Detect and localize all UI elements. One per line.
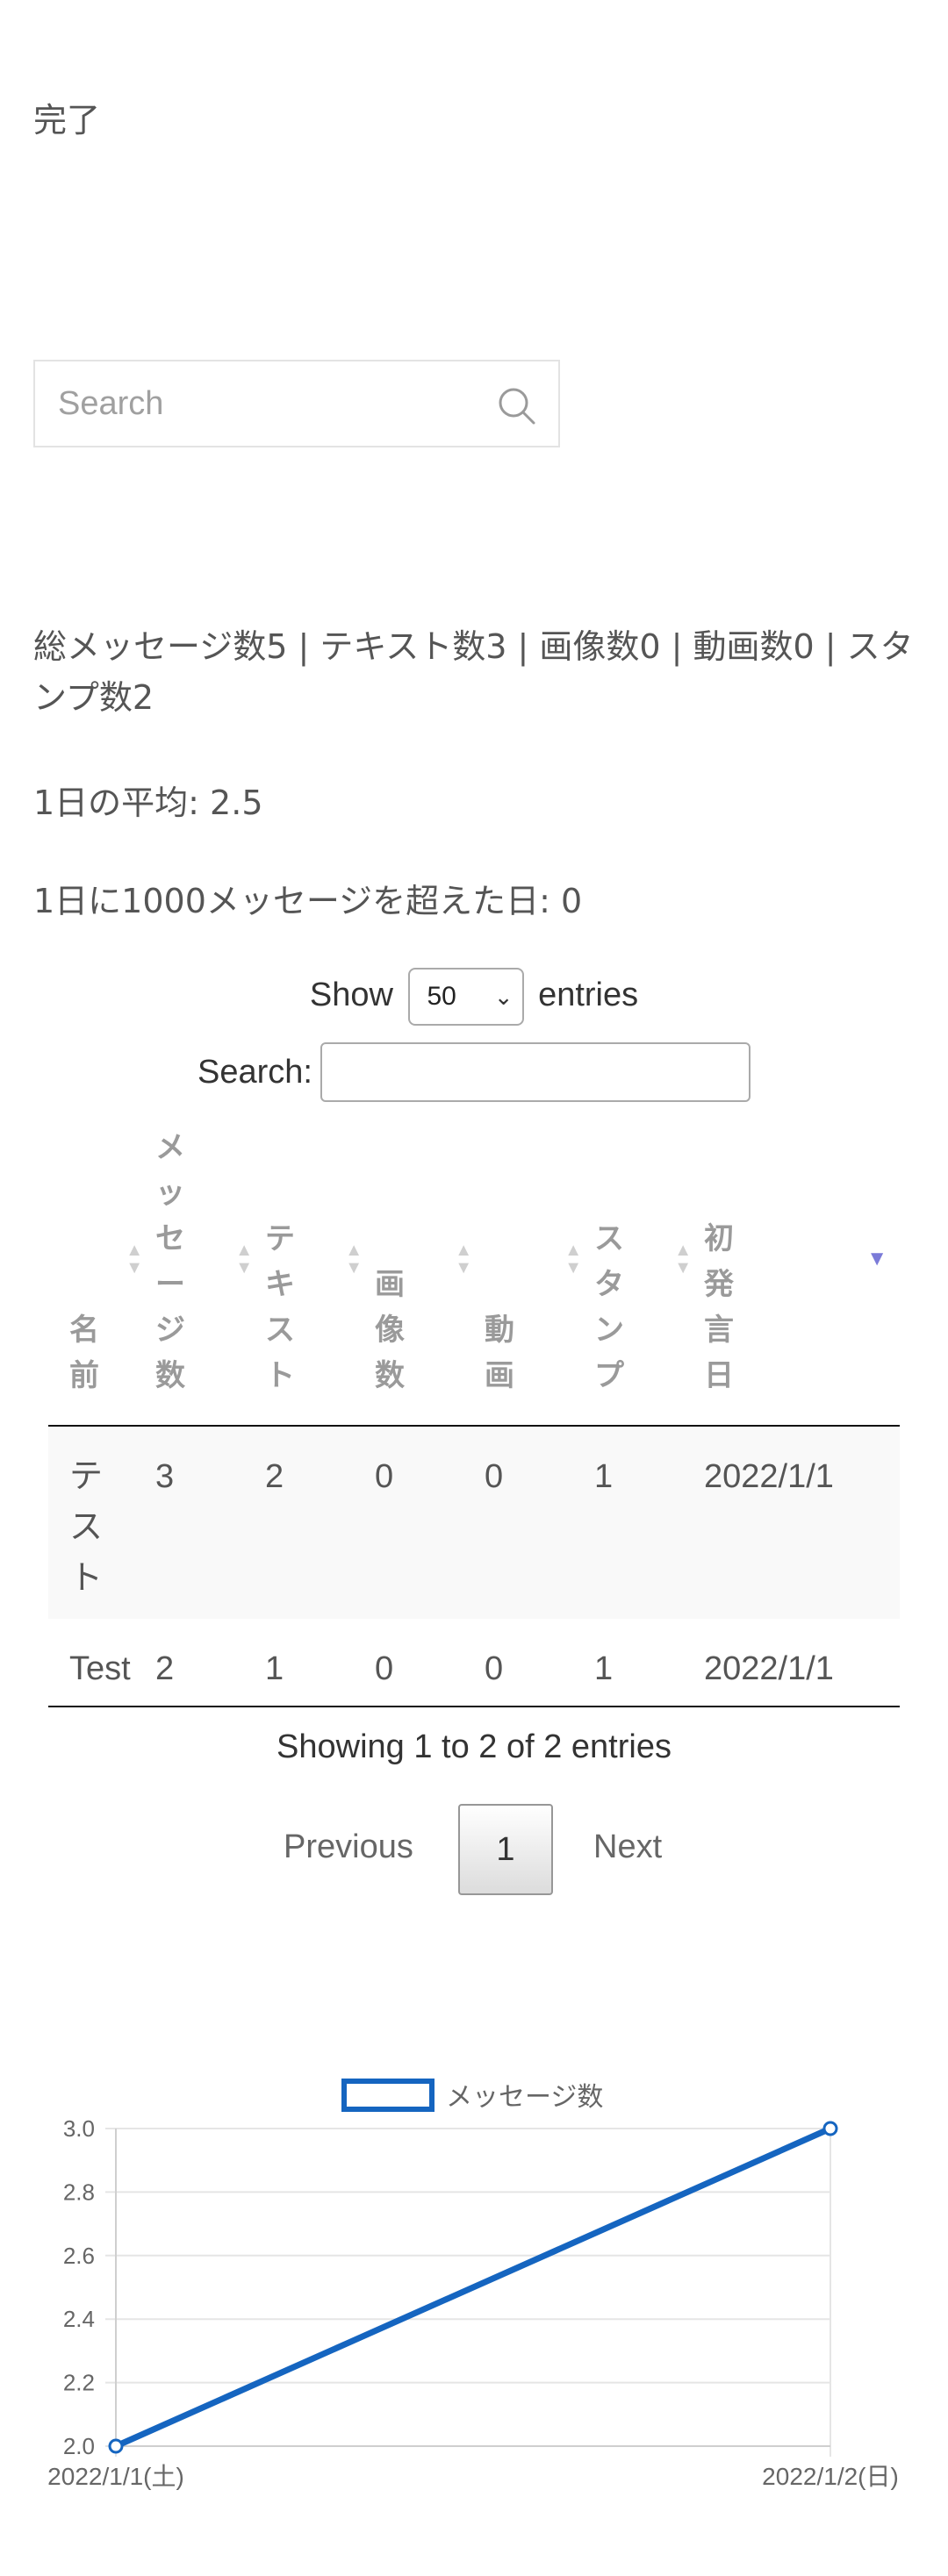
legend-swatch[interactable] xyxy=(341,2079,434,2112)
data-point[interactable] xyxy=(822,2121,838,2136)
x-axis-ticks: 2022/1/1(土) 2022/1/2(日) xyxy=(47,2463,899,2490)
y-tick-label: 2.2 xyxy=(63,2370,95,2396)
sort-icon: ▲ ▼ xyxy=(674,1241,692,1277)
page-length-value: 50 xyxy=(427,981,456,1011)
sort-icon: ▲ ▼ xyxy=(455,1241,472,1277)
page-title: 完了 xyxy=(33,101,101,140)
table-search-label: Search: xyxy=(198,1054,312,1091)
chart-legend: メッセージ数 xyxy=(341,2079,603,2112)
entries-label: entries xyxy=(538,977,639,1013)
cell-name: Test xyxy=(48,1619,155,1707)
sort-icon: ▲ ▼ xyxy=(126,1241,143,1277)
search-input[interactable] xyxy=(35,361,492,446)
table-info: Showing 1 to 2 of 2 entries xyxy=(276,1728,672,1765)
page-1-button[interactable]: 1 xyxy=(458,1804,553,1895)
page-length-select[interactable]: 50 ⌄ xyxy=(407,967,524,1026)
column-header-name[interactable]: 名前 ▲ ▼ xyxy=(48,1119,155,1427)
table-search-input[interactable] xyxy=(320,1042,750,1102)
cell-text: 1 xyxy=(265,1619,375,1707)
x-tick-label: 2022/1/1(土) xyxy=(47,2463,184,2490)
sort-icon: ▲ ▼ xyxy=(235,1241,253,1277)
next-page-button[interactable]: Next xyxy=(593,1828,662,1866)
data-point[interactable] xyxy=(108,2438,124,2454)
cell-stamps: 1 xyxy=(594,1619,704,1707)
column-header-first-post-date[interactable]: 初発言日 ▼ xyxy=(704,1119,900,1427)
over-1000-days: 1日に1000メッセージを超えた日: 0 xyxy=(33,882,583,920)
cell-messages: 2 xyxy=(155,1619,265,1707)
cell-images: 0 xyxy=(375,1619,485,1707)
chart-series xyxy=(108,2121,838,2454)
sort-icon: ▲ ▼ xyxy=(345,1241,363,1277)
y-tick-label: 3.0 xyxy=(63,2115,95,2142)
y-tick-label: 2.6 xyxy=(63,2243,95,2269)
daily-average: 1日の平均: 2.5 xyxy=(33,784,263,822)
show-label: Show xyxy=(309,977,393,1013)
cell-videos: 0 xyxy=(485,1426,594,1619)
search-box[interactable] xyxy=(33,360,560,447)
cell-images: 0 xyxy=(375,1426,485,1619)
table-row: テスト 3 2 0 0 1 2022/1/1 xyxy=(48,1426,900,1619)
column-header-text[interactable]: テキスト ▲ ▼ xyxy=(265,1119,375,1427)
series-line xyxy=(112,2125,834,2450)
cell-name: テスト xyxy=(48,1426,155,1619)
cell-stamps: 1 xyxy=(594,1426,704,1619)
search-icon[interactable] xyxy=(495,384,537,426)
page-length-control: Show 50 ⌄ entries xyxy=(0,965,948,1026)
table-row: Test 2 1 0 0 1 2022/1/1 xyxy=(48,1619,900,1707)
message-table: 名前 ▲ ▼ メッセージ数 ▲ ▼ テキスト ▲ ▼ 画像数 ▲ ▼ 動画 ▲ ▼ スタン… xyxy=(48,1119,900,1707)
column-header-stamps[interactable]: スタンプ ▲ ▼ xyxy=(594,1119,704,1427)
table-header-row: 名前 ▲ ▼ メッセージ数 ▲ ▼ テキスト ▲ ▼ 画像数 ▲ ▼ 動画 ▲ ▼ スタン… xyxy=(48,1119,900,1427)
column-header-videos[interactable]: 動画 ▲ ▼ xyxy=(485,1119,594,1427)
y-tick-label: 2.0 xyxy=(63,2433,95,2459)
y-tick-label: 2.8 xyxy=(63,2179,95,2205)
sort-icon: ▲ ▼ xyxy=(564,1241,582,1277)
message-totals: 総メッセージ数5 | テキスト数3 | 画像数0 | 動画数0 | スタンプ数2 xyxy=(33,627,914,717)
cell-videos: 0 xyxy=(485,1619,594,1707)
legend-label[interactable]: メッセージ数 xyxy=(446,2083,603,2112)
pagination: Previous 1 Next xyxy=(0,1804,948,1895)
y-tick-label: 2.4 xyxy=(63,2306,95,2332)
y-axis-ticks: 2.0 2.2 2.4 2.6 2.8 3.0 xyxy=(63,2115,95,2459)
cell-first-post-date: 2022/1/1 xyxy=(704,1426,900,1619)
previous-page-button[interactable]: Previous xyxy=(284,1828,413,1866)
column-header-images[interactable]: 画像数 ▲ ▼ xyxy=(375,1119,485,1427)
column-header-messages[interactable]: メッセージ数 ▲ ▼ xyxy=(155,1119,265,1427)
x-tick-label: 2022/1/2(日) xyxy=(762,2463,899,2490)
chevron-down-icon: ⌄ xyxy=(493,983,514,1010)
sort-desc-icon: ▼ xyxy=(866,1247,887,1270)
cell-first-post-date: 2022/1/1 xyxy=(704,1619,900,1707)
cell-text: 2 xyxy=(265,1426,375,1619)
message-line-chart: 2.0 2.2 2.4 2.6 2.8 3.0 2022/1/1(土) 2022/1/2(日… xyxy=(47,2079,899,2490)
cell-messages: 3 xyxy=(155,1426,265,1619)
